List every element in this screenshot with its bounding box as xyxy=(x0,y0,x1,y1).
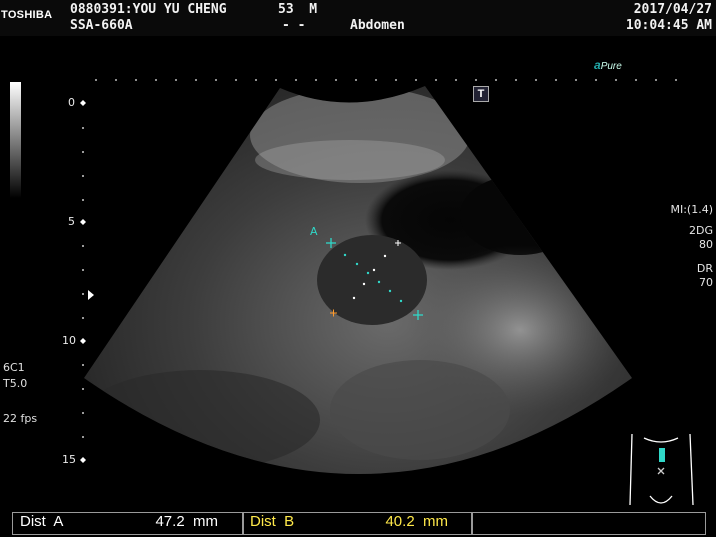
dist-a-label: Dist A xyxy=(20,513,64,530)
grayscale-bar xyxy=(10,82,21,198)
top-dotted-scale xyxy=(95,79,677,81)
gain-value: 80 xyxy=(699,238,713,251)
mi-value: MI:(1.4) xyxy=(670,203,713,216)
depth-label-0: 0 xyxy=(68,96,75,109)
depth-diamonds xyxy=(80,100,86,463)
dr-label: DR xyxy=(696,262,713,275)
dist-a-value: 47.2 mm xyxy=(155,513,218,530)
dist-b-value: 40.2 mm xyxy=(385,513,448,530)
apure-logo: aPure xyxy=(594,58,622,72)
t-marker-icon: T xyxy=(473,86,489,102)
body-mark-icon xyxy=(629,433,694,506)
caliper-label-a: A xyxy=(310,225,318,238)
dr-value: 70 xyxy=(699,276,713,289)
focus-marker xyxy=(88,290,94,300)
ultrasound-image xyxy=(80,79,694,506)
depth-label-10: 10 xyxy=(62,334,76,347)
mode-label: 2DG xyxy=(689,224,713,237)
depth-label-15: 15 xyxy=(62,453,76,466)
frame-rate: 22 fps xyxy=(3,412,38,425)
probe-preset: T5.0 xyxy=(3,377,28,390)
measurement-box-empty xyxy=(471,512,706,535)
apure-text: Pure xyxy=(600,61,622,72)
depth-label-5: 5 xyxy=(68,215,75,228)
probe-name: 6C1 xyxy=(3,361,25,374)
measurement-bar: Dist A 47.2 mm Dist B 40.2 mm xyxy=(0,510,716,537)
dist-b-label: Dist B xyxy=(250,513,295,530)
depth-ticks xyxy=(82,127,84,438)
sector-image xyxy=(84,86,632,474)
